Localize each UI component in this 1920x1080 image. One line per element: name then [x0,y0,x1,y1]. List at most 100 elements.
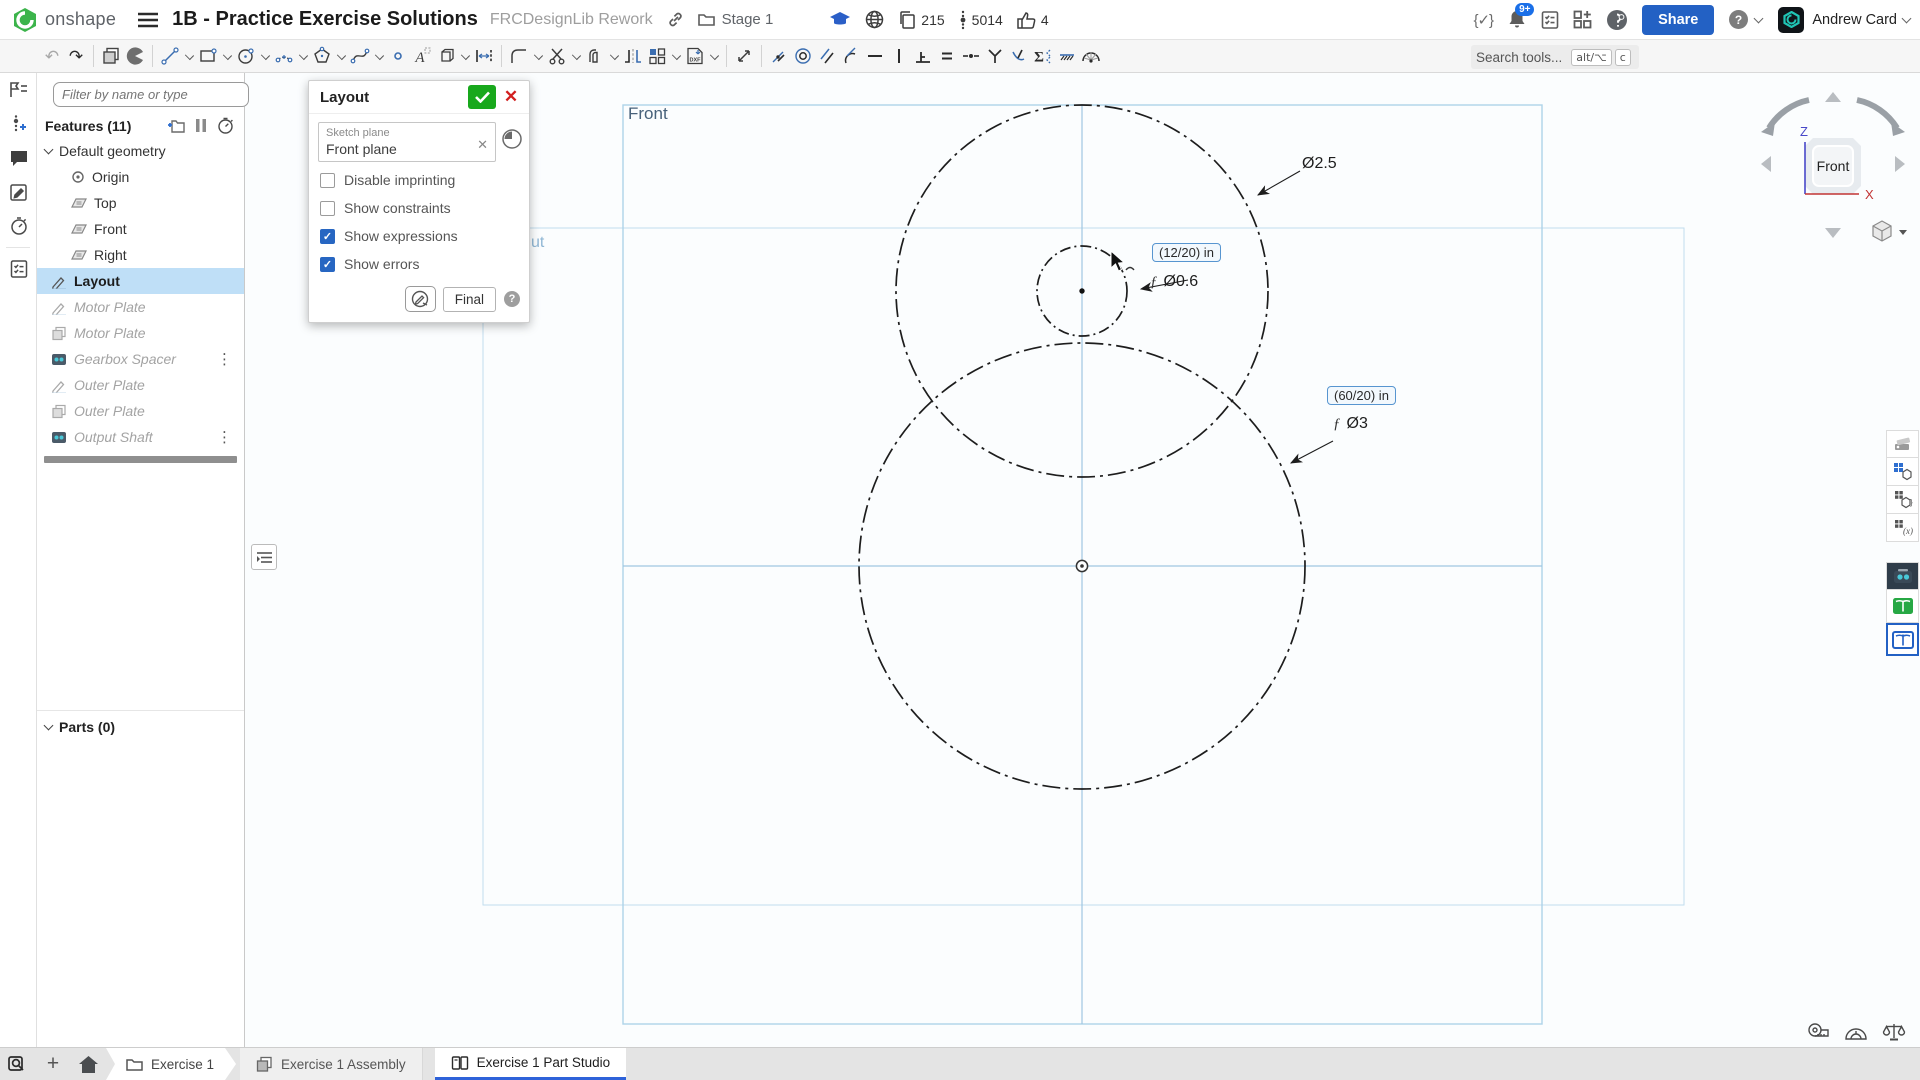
learning-center-icon[interactable] [1606,9,1628,31]
rollback-bar[interactable] [44,456,237,463]
dimension-bottom-circle[interactable]: ƒ Ø3 [1333,415,1368,433]
feature-options-dots[interactable]: ⋮ [217,428,232,446]
tree-item-outer-plate-sketch[interactable]: Outer Plate [37,372,244,398]
constraint-fix-button[interactable] [1055,43,1079,69]
rectangle-tool-dropdown[interactable] [220,43,234,69]
feature-options-dots[interactable]: ⋮ [217,350,232,368]
mirror-tool-button[interactable] [621,43,645,69]
sketch-canvas[interactable] [0,0,1920,1080]
history-panel-button[interactable] [0,209,37,243]
checkbox-show-constraints[interactable]: Show constraints [309,194,529,222]
tab-exercise-1[interactable]: Exercise 1 [106,1048,236,1080]
search-tools-input[interactable]: Search tools... alt/⌥ c [1471,45,1639,69]
featurescript-check-icon[interactable]: {✓} [1473,11,1493,29]
workspace-name[interactable]: Stage 1 [722,11,774,28]
tree-item-output-shaft[interactable]: Output Shaft ⋮ [37,424,244,450]
clear-selection-icon[interactable]: ✕ [477,137,488,153]
variables-panel-button[interactable]: (x) [1886,514,1919,542]
parts-collapse-caret[interactable] [44,720,54,730]
sketch-entity-list-button[interactable] [251,544,277,570]
constraint-pattern-button[interactable]: Σ [1031,43,1055,69]
configured-features-button[interactable]: } [1886,486,1919,514]
fillet-tool-button[interactable] [507,43,531,69]
view-cube-face-label[interactable]: Front [1817,158,1850,174]
isometric-view-button[interactable] [1873,221,1907,241]
user-avatar[interactable] [1778,7,1804,33]
tape-measure-icon[interactable] [1806,1022,1830,1042]
rotate-left-step-arrow[interactable] [1761,156,1771,172]
constraint-pierce-button[interactable] [1079,43,1103,69]
redo-button[interactable]: ↷ [64,43,88,69]
sketch-plane-field[interactable]: Sketch plane Front plane ✕ [318,122,496,162]
tree-item-origin[interactable]: Origin [37,164,244,190]
solid-model-button[interactable] [99,43,123,69]
rectangle-tool-button[interactable] [196,43,220,69]
tab-exercise-1-part-studio[interactable]: Exercise 1 Part Studio [435,1048,627,1080]
checkbox-disable-imprinting[interactable]: Disable imprinting [309,166,529,194]
import-dxf-button[interactable]: DXF [683,43,707,69]
circle-tool-button[interactable] [234,43,258,69]
app-store-icon[interactable] [1573,10,1592,29]
pattern-tool-button[interactable] [645,43,669,69]
constraint-symmetric-button[interactable] [983,43,1007,69]
constraint-midpoint-button[interactable] [959,43,983,69]
search-tabs-button[interactable] [0,1048,36,1080]
tab-exercise-1-assembly[interactable]: Exercise 1 Assembly [240,1048,423,1080]
copies-icon[interactable] [898,11,916,29]
slot-tool-button[interactable] [434,43,458,69]
spline-tool-dropdown[interactable] [372,43,386,69]
document-title[interactable]: 1B - Practice Exercise Solutions [172,8,478,31]
checklist-panel-button[interactable] [0,252,37,286]
tilt-down-arrow[interactable] [1825,228,1841,238]
frcdesign-app-button[interactable] [1886,562,1919,590]
constraint-normal-button[interactable] [1007,43,1031,69]
units-scale-icon[interactable] [1882,1022,1906,1042]
home-tab-button[interactable] [70,1048,106,1080]
expression-small-circle[interactable]: (12/20) in [1152,243,1221,262]
workspace-folder-icon[interactable] [698,12,716,27]
tree-item-motor-plate-sketch[interactable]: Motor Plate [37,294,244,320]
view-options-caret[interactable] [1899,230,1907,235]
versions-panel-button[interactable] [0,107,37,141]
import-dxf-dropdown[interactable] [707,43,721,69]
checkbox-show-expressions[interactable]: ✓ Show expressions [309,222,529,250]
onshape-logo-icon[interactable] [12,7,38,33]
dimension-small-circle[interactable]: ƒ Ø0.6 [1150,273,1198,291]
checkbox-unchecked[interactable] [320,173,335,188]
expression-bottom-circle[interactable]: (60/20) in [1327,386,1396,405]
checkbox-show-errors[interactable]: ✓ Show errors [309,250,529,278]
filter-input[interactable] [53,82,249,107]
undo-button[interactable]: ↶ [40,43,64,69]
line-tool-dropdown[interactable] [182,43,196,69]
help-dropdown-caret[interactable] [1754,13,1764,23]
tree-item-right-plane[interactable]: Right [37,242,244,268]
arc-tool-dropdown[interactable] [296,43,310,69]
offset-tool-button[interactable] [583,43,607,69]
edit-sketch-button[interactable] [405,286,436,312]
constraint-vertical-button[interactable] [887,43,911,69]
polygon-tool-dropdown[interactable] [334,43,348,69]
tree-item-outer-plate-extrude[interactable]: Outer Plate [37,398,244,424]
add-folder-button[interactable] [167,118,185,133]
constraint-coincident-button[interactable] [767,43,791,69]
tree-item-motor-plate-extrude[interactable]: Motor Plate [37,320,244,346]
spline-tool-button[interactable] [348,43,372,69]
constraint-equal-button[interactable] [935,43,959,69]
transform-tool-button[interactable] [732,43,756,69]
line-tool-button[interactable] [158,43,182,69]
tree-item-gearbox-spacer[interactable]: Gearbox Spacer ⋮ [37,346,244,372]
tree-item-front-plane[interactable]: Front [37,216,244,242]
dialog-cancel-button[interactable]: ✕ [499,85,523,109]
rotate-right-arrow[interactable] [1857,100,1897,128]
feature-list-panel-button[interactable] [0,73,37,107]
slot-tool-dropdown[interactable] [458,43,472,69]
public-globe-icon[interactable] [865,10,884,29]
dialog-accept-button[interactable] [468,85,496,109]
fillet-tool-dropdown[interactable] [531,43,545,69]
parts-section-header[interactable]: Parts (0) [37,710,244,735]
dimension-tool-button[interactable] [472,43,496,69]
checkbox-checked[interactable]: ✓ [320,229,335,244]
dialog-help-icon[interactable]: ? [504,291,520,307]
trim-tool-dropdown[interactable] [569,43,583,69]
history-clock-icon[interactable] [501,128,523,150]
